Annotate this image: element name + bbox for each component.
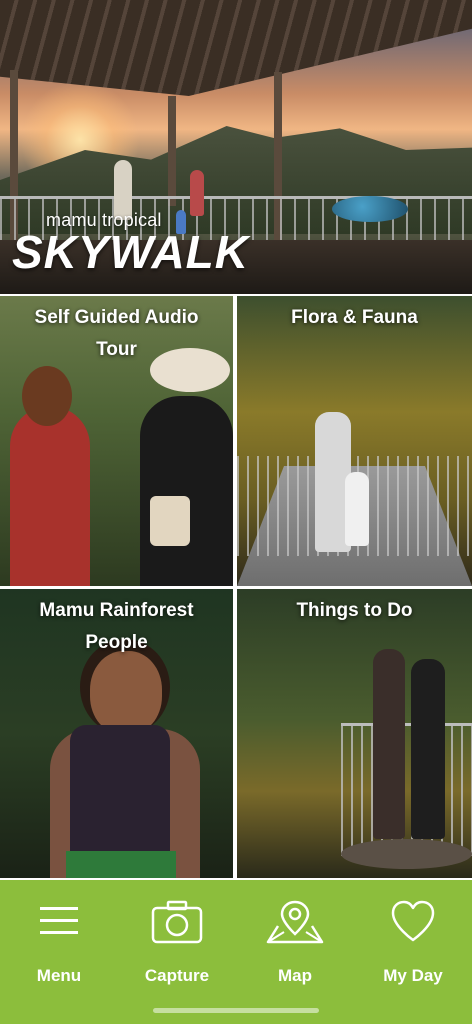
nav-capture[interactable]: Capture <box>118 892 236 985</box>
nav-map[interactable]: Map <box>236 892 354 985</box>
tile-figure <box>140 396 233 586</box>
camera-icon <box>150 898 204 951</box>
tile-skirt <box>66 851 176 878</box>
nav-label: Capture <box>144 966 210 985</box>
tile-bag <box>150 496 190 546</box>
tile-railing <box>341 723 472 856</box>
tile-platform <box>341 839 472 869</box>
nav-label: Map <box>278 966 312 985</box>
tile-mamu-rainforest-people[interactable]: Mamu Rainforest People <box>0 589 233 878</box>
home-indicator <box>153 1008 319 1013</box>
tile-face <box>90 651 162 735</box>
bottom-nav: Menu Capture Map My Day <box>0 880 472 1024</box>
tile-figure <box>411 659 445 839</box>
tile-flora-and-fauna[interactable]: Flora & Fauna <box>237 296 472 586</box>
tile-figure <box>10 406 90 586</box>
tile-figure <box>373 649 405 839</box>
tile-title: Things to Do <box>296 600 413 621</box>
logo-big-text: SKYWALK <box>12 226 249 278</box>
tile-title: Self Guided Audio Tour <box>34 307 199 360</box>
skywalk-logo: mamu tropical SKYWALK <box>12 210 249 278</box>
heart-icon <box>389 898 437 949</box>
tile-title: Flora & Fauna <box>291 307 418 328</box>
hamburger-icon <box>37 898 81 947</box>
nav-my-day[interactable]: My Day <box>354 892 472 985</box>
nav-label: My Day <box>383 966 443 985</box>
nav-label: Menu <box>36 966 82 985</box>
tile-self-guided-audio-tour[interactable]: Self Guided Audio Tour <box>0 296 233 586</box>
tile-things-to-do[interactable]: Things to Do <box>237 589 472 878</box>
hero-post <box>168 96 176 206</box>
tile-figure <box>22 366 72 426</box>
map-pin-icon <box>264 898 326 951</box>
nav-menu[interactable]: Menu <box>0 892 118 985</box>
hero-sculpture <box>332 196 408 222</box>
hero-roof <box>0 0 472 96</box>
hero-banner: mamu tropical SKYWALK <box>0 0 472 294</box>
tile-shirt <box>70 725 170 865</box>
tile-figure <box>345 472 369 546</box>
tile-title: Mamu Rainforest People <box>39 600 194 653</box>
